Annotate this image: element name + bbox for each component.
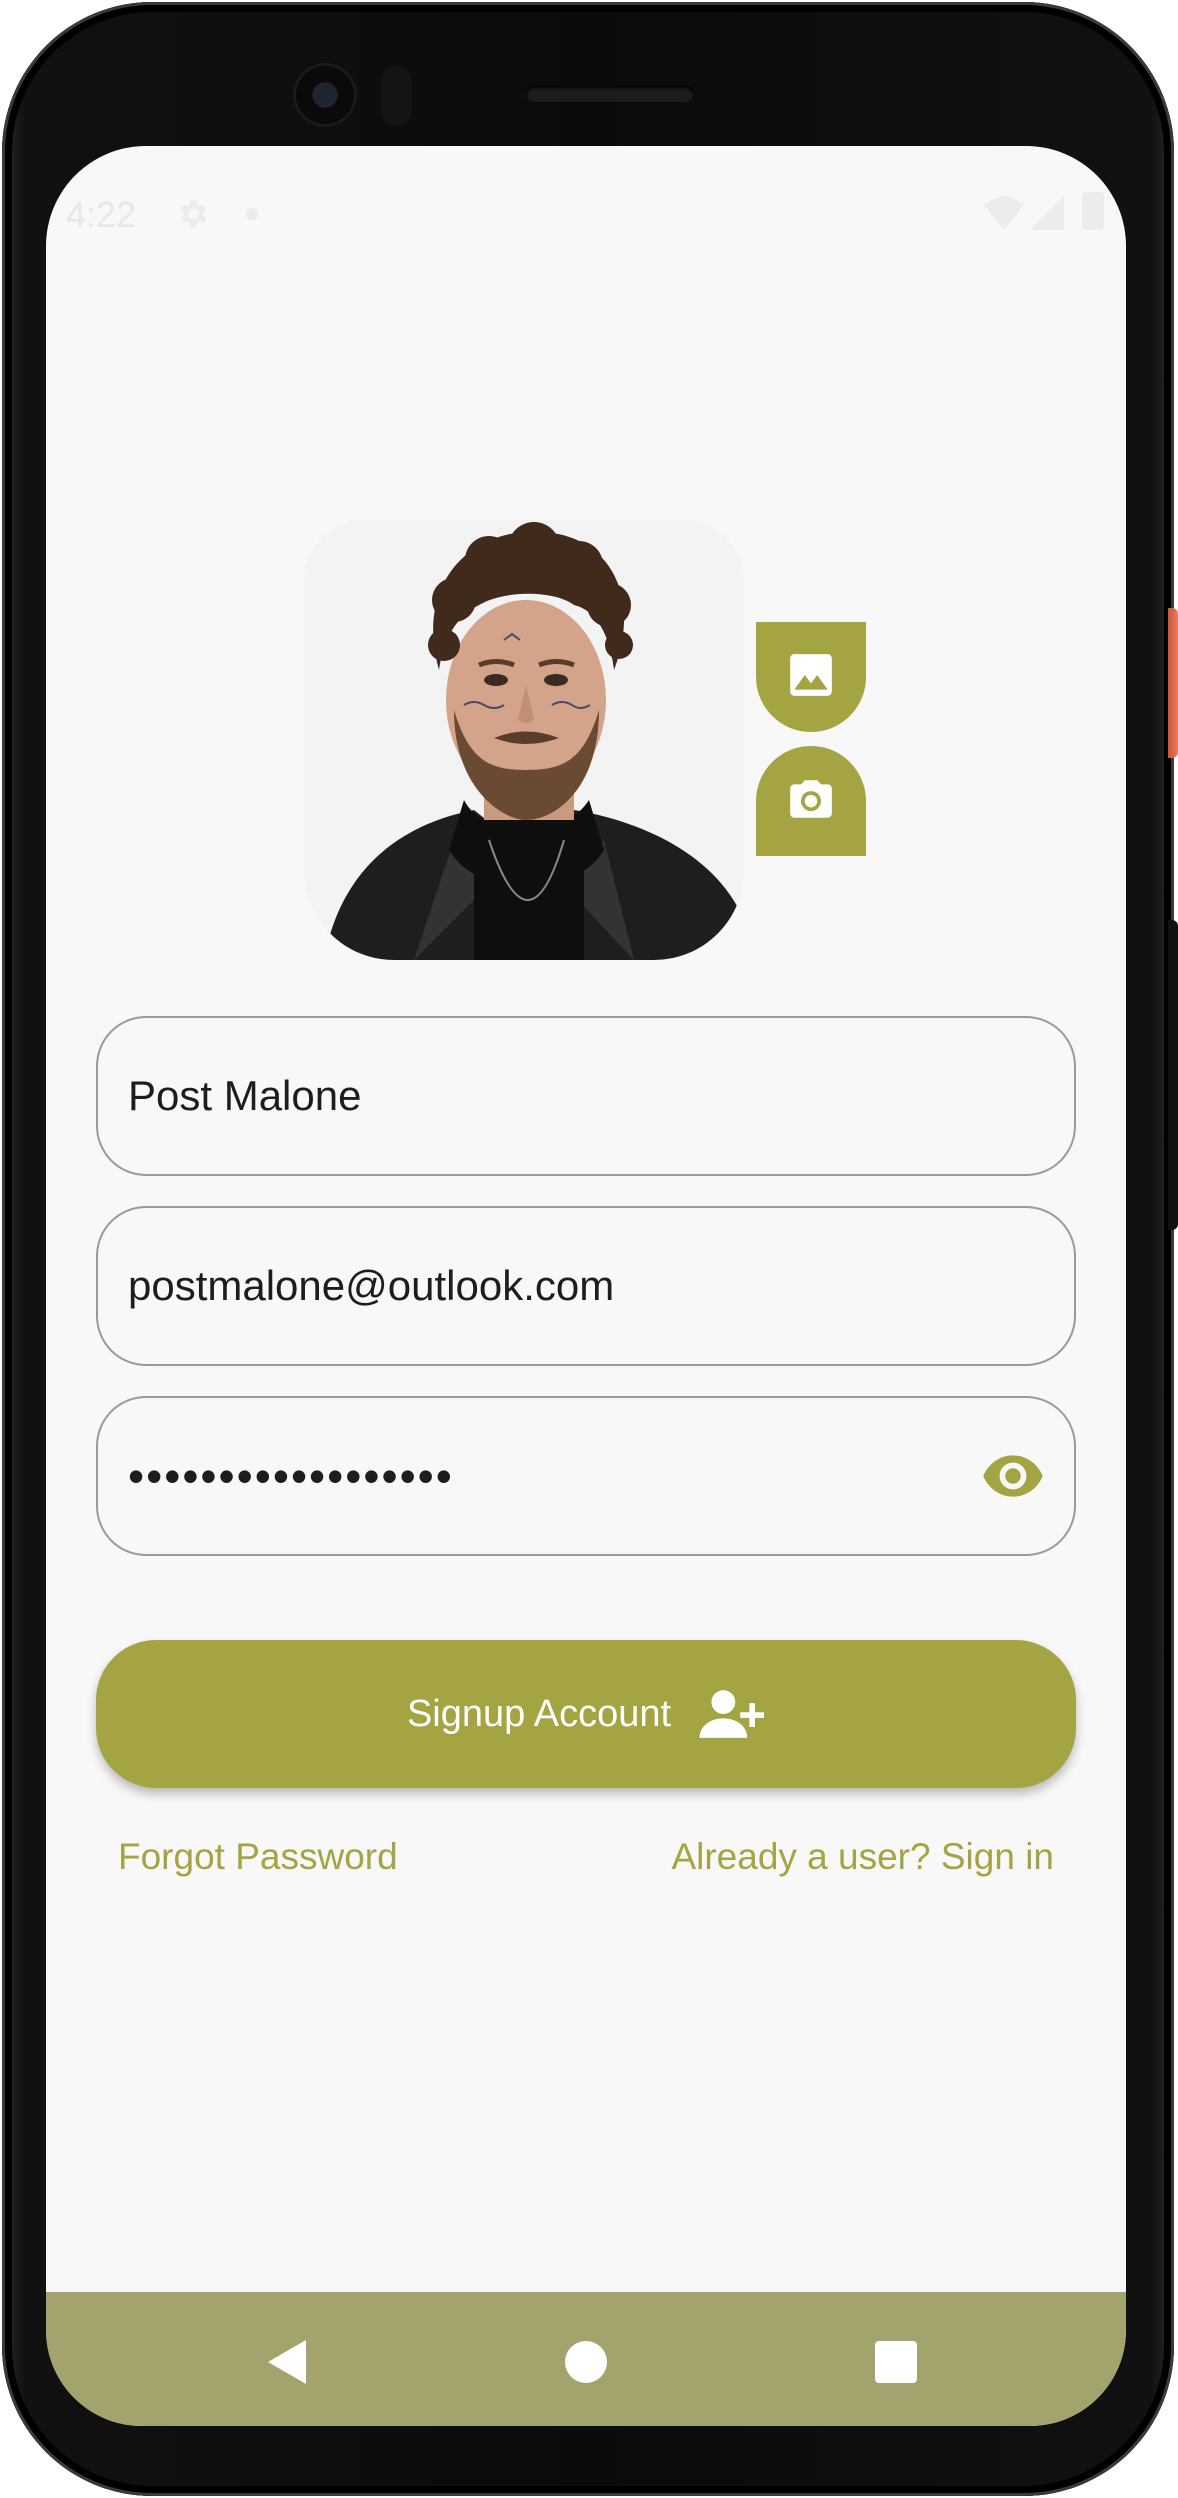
home-icon [565, 2341, 607, 2383]
password-visibility-toggle[interactable] [982, 1450, 1044, 1502]
nav-home-button[interactable] [546, 2322, 626, 2402]
power-button [1168, 608, 1178, 758]
volume-button [1168, 920, 1178, 1230]
proximity-sensor [382, 66, 412, 126]
profile-photo [304, 520, 744, 960]
system-nav-bar [46, 2292, 1126, 2426]
image-icon [790, 654, 832, 696]
camera-icon [790, 780, 832, 818]
camera-button[interactable] [756, 746, 866, 856]
signal-icon [1030, 196, 1064, 230]
recents-icon [875, 2341, 917, 2383]
name-input[interactable] [128, 1018, 988, 1174]
app-screen: 4:22 Post Malone postmalone@outlook.com … [46, 146, 1126, 2426]
sign-in-link[interactable]: Already a user? Sign in [671, 1836, 1054, 1878]
email-input[interactable] [128, 1208, 988, 1364]
gallery-button[interactable] [756, 622, 866, 732]
status-bar: 4:22 [46, 146, 1126, 276]
front-camera [296, 66, 354, 124]
earpiece-speaker [526, 86, 694, 102]
wifi-icon [984, 196, 1024, 230]
back-icon [268, 2340, 306, 2384]
email-field[interactable] [96, 1206, 1076, 1366]
password-input[interactable] [128, 1398, 988, 1554]
gear-icon [180, 200, 207, 228]
forgot-password-link[interactable]: Forgot Password [118, 1836, 398, 1878]
status-time: 4:22 [66, 194, 137, 235]
nav-back-button[interactable] [246, 2322, 326, 2402]
password-field[interactable] [96, 1396, 1076, 1556]
signup-button[interactable]: Signup Account [96, 1640, 1076, 1788]
nav-recents-button[interactable] [856, 2322, 936, 2402]
notification-dot-icon [246, 208, 258, 220]
name-field[interactable] [96, 1016, 1076, 1176]
person-add-icon [699, 1690, 765, 1738]
battery-icon [1082, 192, 1104, 230]
signup-button-label: Signup Account [406, 1692, 672, 1735]
eye-icon [983, 1455, 1043, 1497]
